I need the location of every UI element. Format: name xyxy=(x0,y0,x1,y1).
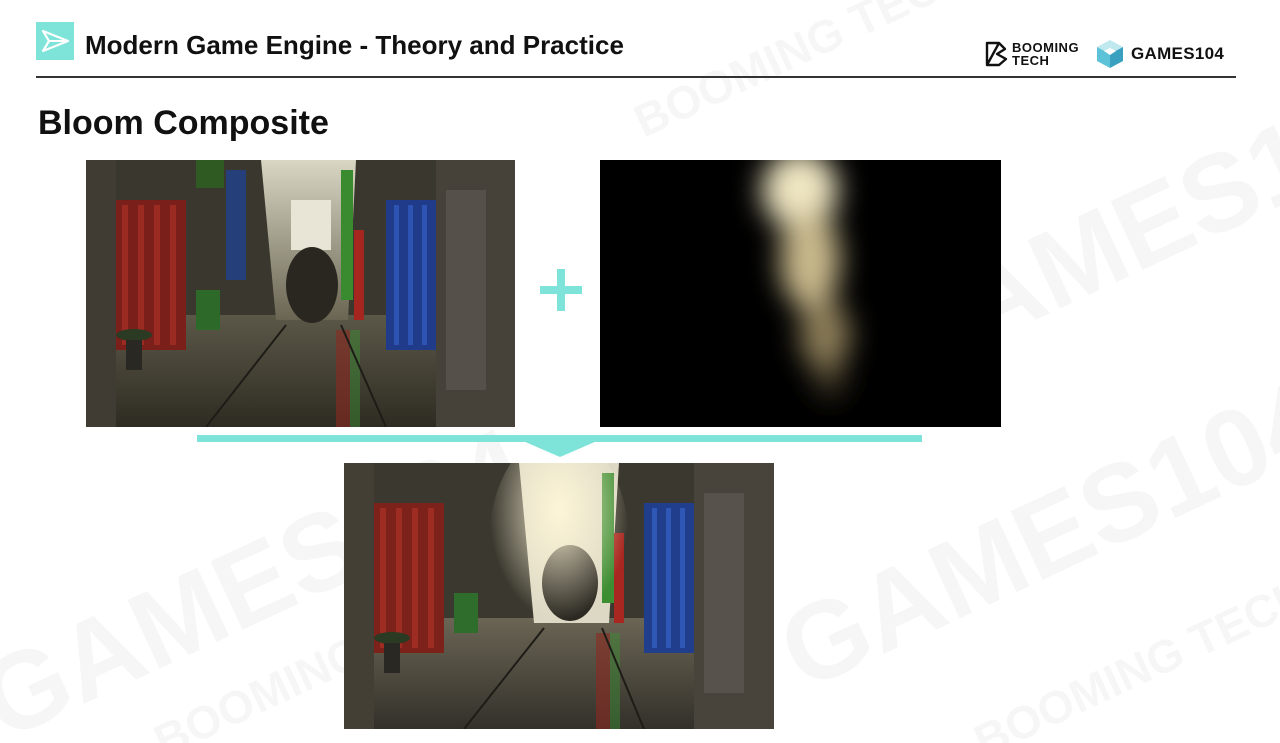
header-divider xyxy=(36,76,1236,78)
plus-icon xyxy=(540,269,582,311)
booming-mark-icon xyxy=(985,41,1008,67)
games104-logo: GAMES104 xyxy=(1096,36,1224,72)
watermark-booming-tech: BOOMING TECH xyxy=(966,566,1280,743)
slide-title: Bloom Composite xyxy=(38,104,329,142)
down-arrow-icon xyxy=(523,441,597,457)
composite-result-image xyxy=(344,463,774,729)
bloom-blur-image xyxy=(600,160,1001,427)
games104-text: GAMES104 xyxy=(1131,44,1225,63)
course-title: Modern Game Engine - Theory and Practice xyxy=(85,30,624,60)
games104-cube-icon xyxy=(1097,40,1123,68)
course-logo-icon xyxy=(36,22,74,60)
booming-text-line2: TECH xyxy=(1012,53,1050,68)
watermark-booming-tech: BOOMING TECH xyxy=(626,0,978,148)
scene-render-image xyxy=(86,160,515,427)
booming-tech-logo: BOOMING TECH xyxy=(984,36,1079,72)
